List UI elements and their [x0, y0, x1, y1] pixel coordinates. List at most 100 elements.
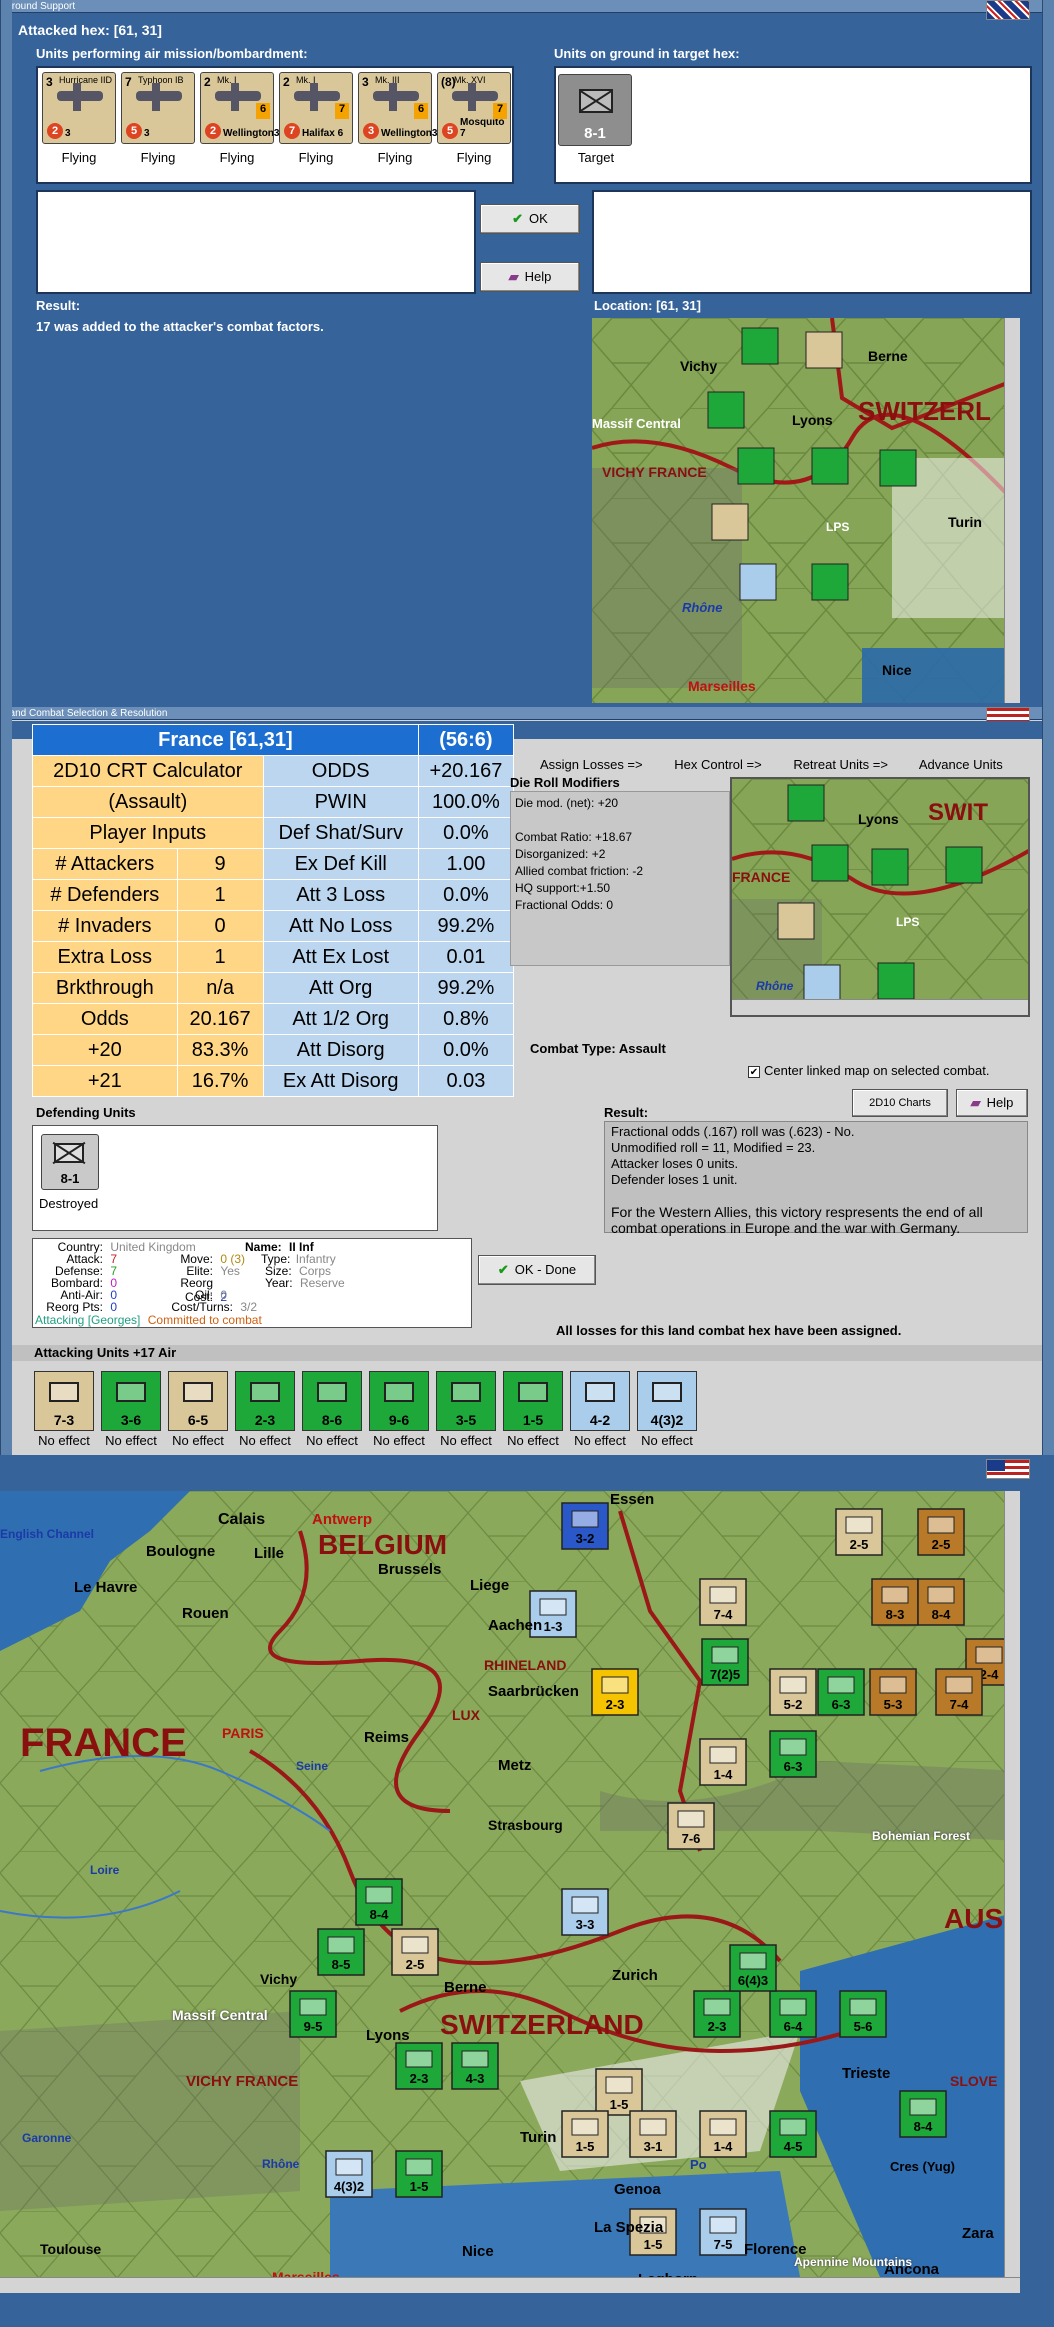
attacker-unit-counter[interactable]: 3-6 — [101, 1371, 161, 1431]
attacker-unit-counter[interactable]: 4(3)2 — [637, 1371, 697, 1431]
map-label: Genoa — [614, 2181, 661, 2198]
tab-retreat-units[interactable]: Retreat Units => — [793, 757, 888, 772]
map-unit-counter[interactable]: 7-4 — [699, 1578, 747, 1626]
unit-info-panel: Country: United Kingdom Name: II Inf Att… — [32, 1238, 472, 1328]
air-unit-attack: 5 — [442, 123, 458, 139]
map-unit-counter[interactable]: 8-4 — [917, 1578, 965, 1626]
map-unit-strength: 3-2 — [576, 1531, 595, 1546]
crt-input-value[interactable]: n/a — [176, 972, 264, 1004]
tab-hex-control[interactable]: Hex Control => — [674, 757, 761, 772]
map-label: Aachen — [488, 1617, 543, 1634]
map-unit-counter[interactable]: 1-4 — [699, 1738, 747, 1786]
map-unit-counter[interactable]: 3-1 — [629, 2110, 677, 2158]
charts-button[interactable]: 2D10 Charts — [852, 1089, 948, 1117]
map-unit-counter[interactable]: 8-4 — [899, 2090, 947, 2138]
unit-symbol-icon — [709, 2118, 737, 2136]
ok-done-button[interactable]: ✔ OK - Done — [478, 1255, 596, 1285]
map-unit-counter[interactable]: 8-4 — [355, 1878, 403, 1926]
target-unit-counter[interactable]: 8-1 — [558, 74, 632, 146]
map-unit-counter[interactable]: 2-5 — [391, 1928, 439, 1976]
unit-symbol-icon — [639, 2118, 667, 2136]
air-unit-counter[interactable]: 3 Hurricane IID 2 3 — [42, 72, 116, 144]
map-unit-counter[interactable]: 2-3 — [591, 1668, 639, 1716]
map-unit-counter[interactable]: 5-3 — [869, 1668, 917, 1716]
map-unit-counter[interactable]: 7(2)5 — [701, 1638, 749, 1686]
unit-symbol-icon — [703, 1998, 731, 2016]
attacker-unit-counter[interactable]: 1-5 — [503, 1371, 563, 1431]
attacker-unit-counter[interactable]: 8-6 — [302, 1371, 362, 1431]
tab-advance-units[interactable]: Advance Units — [919, 757, 1003, 772]
combat-map-label-lps: LPS — [896, 915, 920, 929]
map-unit-counter[interactable]: 3-3 — [561, 1888, 609, 1936]
map-unit-counter[interactable]: 3-2 — [561, 1502, 609, 1550]
map-unit-counter[interactable]: 1-5 — [395, 2150, 443, 2198]
unit-symbol-icon — [779, 2118, 807, 2136]
main-map-vscroll[interactable] — [1004, 1491, 1020, 2277]
map-unit-counter[interactable]: 7-6 — [667, 1802, 715, 1850]
map-unit-counter[interactable]: 4-3 — [451, 2042, 499, 2090]
location-map[interactable]: Berne Vichy Lyons Massif Central SWITZER… — [592, 318, 1020, 703]
map-label: Rouen — [182, 1605, 229, 1622]
attacker-unit-counter[interactable]: 4-2 — [570, 1371, 630, 1431]
map-unit-counter[interactable]: 7-5 — [699, 2208, 747, 2256]
map-label: Vichy — [260, 1971, 298, 1987]
attacker-unit-counter[interactable]: 6-5 — [168, 1371, 228, 1431]
map-unit-counter[interactable]: 2-5 — [835, 1508, 883, 1556]
help-button[interactable]: ▰ Help — [480, 262, 580, 292]
map-unit-counter[interactable]: 6-3 — [817, 1668, 865, 1716]
crt-input-value[interactable]: 1 — [176, 879, 264, 911]
tab-assign-losses[interactable]: Assign Losses => — [540, 757, 643, 772]
air-unit-counter[interactable]: 3 Mk. III 3 Wellington3 6 — [358, 72, 437, 144]
combat-map-scrollbar[interactable] — [732, 999, 1028, 1015]
map-unit-counter[interactable]: 8-3 — [871, 1578, 919, 1626]
center-linked-checkbox[interactable]: ✔ Center linked map on selected combat. — [748, 1063, 989, 1078]
map-unit-counter[interactable]: 8-5 — [317, 1928, 365, 1976]
map-unit-counter[interactable]: 1-4 — [699, 2110, 747, 2158]
air-unit-counter[interactable]: 2 Mk. I 2 Wellington3 6 — [200, 72, 279, 144]
map-unit-counter[interactable]: 2-3 — [693, 1990, 741, 2038]
ok-button[interactable]: ✔ OK — [480, 204, 580, 234]
attacker-unit-counter[interactable]: 3-5 — [436, 1371, 496, 1431]
map-unit-counter[interactable]: 1-5 — [595, 2068, 643, 2116]
map-unit-counter[interactable]: 1-5 — [561, 2110, 609, 2158]
map-unit-counter[interactable]: 7-4 — [935, 1668, 983, 1716]
map-unit-strength: 2-5 — [850, 1537, 869, 1552]
crt-key: Def Shat/Surv — [262, 817, 419, 849]
map-label: Strasbourg — [488, 1817, 563, 1833]
map-unit-counter[interactable]: 2-3 — [395, 2042, 443, 2090]
result-line: Fractional odds (.167) roll was (.623) -… — [611, 1124, 855, 1139]
map-label: Antwerp — [312, 1511, 372, 1528]
air-unit-counter[interactable]: 2 Mk. I 7 Halifax 67 — [279, 72, 353, 144]
map-unit-counter[interactable]: 6-4 — [769, 1990, 817, 2038]
crt-input-value: 83.3% — [176, 1034, 264, 1066]
combat-map[interactable]: Lyons SWIT FRANCE LPS Rhône — [730, 777, 1030, 1017]
map-unit-counter[interactable]: 9-5 — [289, 1990, 337, 2038]
air-unit-counter[interactable]: (8) Mk. XVI 5 Mosquito 77 — [437, 72, 511, 144]
location-map-scrollbar[interactable] — [1004, 318, 1020, 703]
window-frame-right — [1042, 0, 1054, 707]
air-unit-counter[interactable]: 7 Typhoon IB 5 3 — [121, 72, 195, 144]
map-label: Lille — [254, 1545, 285, 1562]
defender-counter[interactable]: 8-1 — [41, 1134, 99, 1190]
main-map-hscroll[interactable] — [0, 2277, 1020, 2293]
attacker-unit-counter[interactable]: 9-6 — [369, 1371, 429, 1431]
attacker-unit-counter[interactable]: 7-3 — [34, 1371, 94, 1431]
crt-input-value[interactable]: 1 — [176, 941, 264, 973]
air-unit-stats: Wellington3 — [381, 128, 438, 139]
crt-input-value[interactable]: 0 — [176, 910, 264, 942]
map-unit-counter[interactable]: 6(4)3 — [729, 1944, 777, 1992]
crt-input-value[interactable]: 9 — [176, 848, 264, 880]
map-unit-counter[interactable]: 4-5 — [769, 2110, 817, 2158]
map-unit-strength: 1-4 — [714, 2139, 734, 2154]
map-unit-counter[interactable]: 6-3 — [769, 1730, 817, 1778]
map-unit-counter[interactable]: 2-5 — [917, 1508, 965, 1556]
attacker-unit-counter[interactable]: 2-3 — [235, 1371, 295, 1431]
main-map[interactable]: 3-2 1-3 2-3 2-5 2-5 7-4 8-3 8-4 7(2)5 5-2 6-3 2-4 5-… — [0, 1491, 1020, 2277]
crt-key: Att Org — [262, 972, 419, 1004]
aircraft-wing-icon — [310, 83, 318, 111]
map-unit-counter[interactable]: 4(3)2 — [325, 2150, 373, 2198]
map-unit-counter[interactable]: 5-6 — [839, 1990, 887, 2038]
crt-value: 1.00 — [417, 848, 515, 880]
help-button[interactable]: ▰ Help — [956, 1089, 1028, 1117]
map-unit-counter[interactable]: 5-2 — [769, 1668, 817, 1716]
